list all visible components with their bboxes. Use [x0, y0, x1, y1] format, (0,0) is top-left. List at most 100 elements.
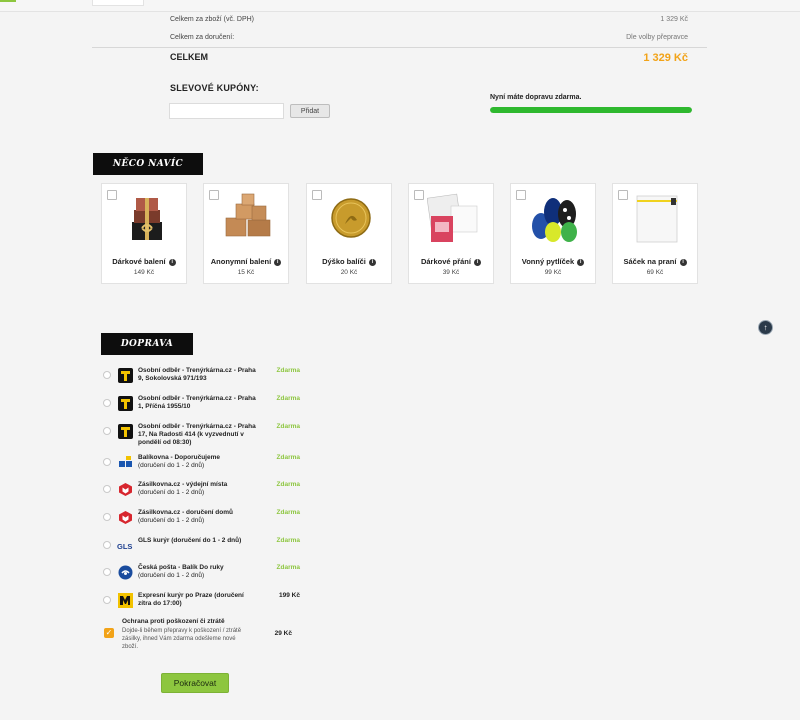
insurance-title: Ochrana proti poškození či ztrátě	[122, 618, 225, 625]
extra-card-tip[interactable]: Dýško balíči i 20 Kč	[306, 183, 392, 284]
extras-banner: NĚCO NAVÍC	[93, 153, 203, 175]
shipping-price: Zdarma	[276, 509, 300, 516]
delivery-total-row: Celkem za doručení: Dle volby přepravce	[170, 34, 688, 41]
continue-button[interactable]: Pokračovat	[161, 673, 229, 693]
grand-total-label: CELKEM	[170, 52, 208, 62]
shipping-radio[interactable]	[103, 371, 111, 379]
shipping-option[interactable]: Zásilkovna.cz - výdejní místa (doručení d…	[100, 481, 300, 497]
shipping-option[interactable]: Osobní odběr - Trenýrkárna.cz - Praha 17…	[100, 423, 300, 447]
free-shipping-progress-fill	[490, 107, 692, 113]
top-tab	[92, 0, 144, 6]
shipping-radio[interactable]	[103, 513, 111, 521]
shipping-title: Osobní odběr - Trenýrkárna.cz - Praha 9,…	[138, 367, 256, 382]
extra-price: 39 Kč	[442, 269, 460, 276]
insurance-checkbox[interactable]: ✓	[104, 628, 114, 638]
shipping-price: Zdarma	[276, 481, 300, 488]
grand-total-row: CELKEM 1 329 Kč	[170, 52, 688, 64]
top-bar	[0, 0, 800, 12]
insurance-price: 29 Kč	[274, 630, 292, 637]
balikovna-logo-icon	[117, 454, 133, 470]
shipping-option[interactable]: GLS GLS kurýr (doručení do 1 - 2 dnů) Zd…	[100, 537, 300, 553]
shipping-option[interactable]: Zásilkovna.cz - doručení domů (doručení d…	[100, 509, 300, 525]
shipping-title: Osobní odběr - Trenýrkárna.cz - Praha 17…	[138, 423, 256, 446]
shipping-title: Expresní kurýr po Praze (doručení zítra …	[138, 592, 244, 607]
shipping-price: Zdarma	[276, 367, 300, 374]
extra-card-anonymous[interactable]: Anonymní balení i 15 Kč	[203, 183, 289, 284]
shipping-radio[interactable]	[103, 485, 111, 493]
delivery-total-label: Celkem za doručení:	[170, 34, 235, 41]
free-shipping-message: Nyní máte dopravu zdarma.	[490, 94, 582, 101]
extra-name: Dárkové balení	[112, 257, 166, 266]
extra-checkbox[interactable]	[414, 190, 424, 200]
shipping-option[interactable]: Osobní odběr - Trenýrkárna.cz - Praha 1,…	[100, 395, 300, 411]
extra-checkbox[interactable]	[209, 190, 219, 200]
shipping-title: Zásilkovna.cz - výdejní místa	[138, 481, 228, 488]
trenyrkarna-logo-icon	[117, 395, 133, 411]
info-icon[interactable]: i	[168, 259, 176, 266]
info-icon[interactable]: i	[577, 259, 585, 266]
extra-card-greeting-card[interactable]: Dárkové přání i 39 Kč	[408, 183, 494, 284]
info-icon[interactable]: i	[274, 259, 282, 266]
grand-total-value: 1 329 Kč	[643, 52, 688, 64]
svg-text:GLS: GLS	[117, 542, 132, 551]
greeting-card-icon	[426, 192, 479, 244]
items-total-value: 1 329 Kč	[660, 16, 688, 23]
shipping-subtitle: (doručení do 1 - 2 dnů)	[138, 462, 205, 469]
coupon-input[interactable]	[169, 103, 284, 119]
shipping-radio[interactable]	[103, 568, 111, 576]
summary-divider	[92, 47, 707, 48]
extra-price: 69 Kč	[646, 269, 664, 276]
trenyrkarna-logo-icon	[117, 367, 133, 383]
gls-logo-icon: GLS	[117, 537, 133, 553]
extra-card-gift-wrap[interactable]: Dárkové balení i 149 Kč	[101, 183, 187, 284]
trenyrkarna-logo-icon	[117, 423, 133, 439]
delivery-total-value: Dle volby přepravce	[626, 34, 688, 41]
gold-coin-icon	[325, 192, 377, 244]
extra-name: Sáček na praní	[623, 257, 677, 266]
extra-name: Dýško balíči	[322, 257, 366, 266]
shipping-price: 199 Kč	[279, 592, 300, 599]
coupon-add-button[interactable]: Přidat	[290, 104, 330, 118]
extra-card-laundry-bag[interactable]: Sáček na praní i 69 Kč	[612, 183, 698, 284]
shipping-radio[interactable]	[103, 427, 111, 435]
extra-checkbox[interactable]	[312, 190, 322, 200]
gift-box-icon	[120, 192, 172, 244]
items-total-label: Celkem za zboží (vč. DPH)	[170, 16, 255, 23]
extra-price: 15 Kč	[237, 269, 255, 276]
extra-price: 149 Kč	[133, 269, 155, 276]
scent-sachet-icon	[529, 192, 581, 244]
ceska-posta-logo-icon	[117, 564, 133, 580]
zasilkovna-logo-icon	[117, 481, 133, 497]
shipping-option[interactable]: Balíkovna - Doporučujeme (doručení do 1 -…	[100, 454, 300, 470]
express-courier-logo-icon	[117, 592, 133, 608]
info-icon[interactable]: i	[679, 259, 687, 266]
extra-checkbox[interactable]	[618, 190, 628, 200]
extra-price: 20 Kč	[340, 269, 358, 276]
arrow-up-icon: ↑	[763, 323, 768, 332]
shipping-radio[interactable]	[103, 541, 111, 549]
items-total-row: Celkem za zboží (vč. DPH) 1 329 Kč	[170, 16, 688, 23]
shipping-option[interactable]: Osobní odběr - Trenýrkárna.cz - Praha 9,…	[100, 367, 300, 383]
shipping-radio[interactable]	[103, 596, 111, 604]
shipping-banner: DOPRAVA	[101, 333, 193, 355]
info-icon[interactable]: i	[368, 259, 376, 266]
shipping-option[interactable]: Expresní kurýr po Praze (doručení zítra …	[100, 592, 300, 608]
extra-checkbox[interactable]	[107, 190, 117, 200]
info-icon[interactable]: i	[474, 259, 482, 266]
shipping-price: Zdarma	[276, 423, 300, 430]
shipping-price: Zdarma	[276, 564, 300, 571]
extra-checkbox[interactable]	[516, 190, 526, 200]
shipping-title: Česká pošta - Balík Do ruky	[138, 564, 224, 571]
cardboard-boxes-icon	[222, 192, 274, 244]
shipping-title: GLS kurýr (doručení do 1 - 2 dnů)	[138, 537, 242, 544]
scroll-to-top-button[interactable]: ↑	[758, 320, 773, 335]
shipping-radio[interactable]	[103, 458, 111, 466]
laundry-bag-icon	[631, 192, 683, 244]
shipping-price: Zdarma	[276, 454, 300, 461]
shipping-subtitle: (doručení do 1 - 2 dnů)	[138, 517, 205, 524]
shipping-option[interactable]: Česká pošta - Balík Do ruky (doručení do …	[100, 564, 300, 580]
extra-name: Vonný pytlíček	[521, 257, 575, 266]
shipping-radio[interactable]	[103, 399, 111, 407]
extra-card-scent-sachet[interactable]: Vonný pytlíček i 99 Kč	[510, 183, 596, 284]
extra-name: Dárkové přání	[420, 257, 471, 266]
